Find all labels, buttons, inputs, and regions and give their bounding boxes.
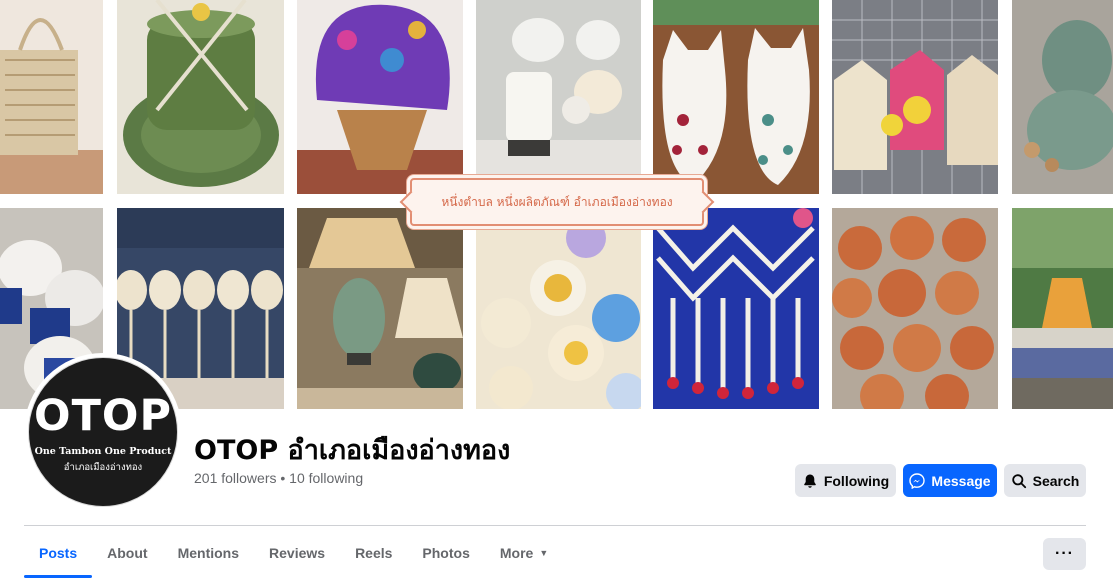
tab-photos[interactable]: Photos	[407, 530, 484, 576]
tab-reels[interactable]: Reels	[340, 530, 407, 576]
header-divider	[24, 525, 1086, 526]
cover-tile-table-lamp	[297, 208, 463, 409]
profile-tabs: Posts About Mentions Reviews Reels Photo…	[24, 530, 563, 578]
tab-posts[interactable]: Posts	[24, 530, 93, 578]
following-label: Following	[823, 472, 890, 489]
cover-banner-text: หนึ่งตำบล หนึ่งผลิตภัณฑ์ อำเภอเมืองอ่างท…	[441, 194, 673, 209]
cover-tile-woven-basket	[0, 0, 103, 194]
bell-icon	[802, 473, 818, 489]
cover-tile-outdoor-cafe	[1012, 208, 1113, 409]
cover-tile-baked-pastries	[832, 208, 998, 409]
page-title: OTOP อำเภอเมืองอ่างทอง	[194, 435, 511, 466]
cover-tile-ceramic-cats	[653, 0, 819, 194]
otop-logo: OTOP One Tambon One Product อำเภอเมืองอ่…	[28, 357, 178, 507]
tab-more[interactable]: More ▼	[485, 530, 563, 576]
following-button[interactable]: Following	[795, 464, 896, 497]
logo-thai-text: อำเภอเมืองอ่างทอง	[63, 462, 143, 473]
search-icon	[1011, 473, 1027, 489]
search-label: Search	[1032, 472, 1080, 489]
logo-tagline: One Tambon One Product	[34, 446, 172, 457]
cover-tile-crochet-bags	[832, 0, 998, 194]
cover-photo[interactable]: หนึ่งตำบล หนึ่งผลิตภัณฑ์ อำเภอเมืองอ่างท…	[0, 0, 1113, 409]
cover-tile-ganesha	[1012, 0, 1113, 194]
profile-picture[interactable]: OTOP One Tambon One Product อำเภอเมืองอ่…	[24, 353, 182, 511]
follower-stats[interactable]: 201 followers • 10 following	[194, 470, 363, 486]
cover-tile-flower-garland	[653, 208, 819, 409]
logo-word: OTOP	[34, 391, 172, 441]
cover-banner: หนึ่งตำบล หนึ่งผลิตภัณฑ์ อำเภอเมืองอ่างท…	[410, 178, 704, 226]
tab-reviews[interactable]: Reviews	[254, 530, 340, 576]
tab-mentions[interactable]: Mentions	[163, 530, 254, 576]
cover-tile-ceramic-lamps	[476, 0, 641, 194]
message-button[interactable]: Message	[903, 464, 997, 497]
caret-down-icon: ▼	[539, 548, 549, 558]
message-label: Message	[931, 472, 991, 489]
more-options-button[interactable]: ···	[1043, 538, 1086, 570]
cover-tile-green-cup	[117, 0, 284, 194]
cover-tile-purple-hat	[297, 0, 463, 194]
search-button[interactable]: Search	[1004, 464, 1086, 497]
cover-tile-clay-flowers	[476, 208, 641, 409]
tab-about[interactable]: About	[92, 530, 162, 576]
messenger-icon	[909, 472, 926, 489]
